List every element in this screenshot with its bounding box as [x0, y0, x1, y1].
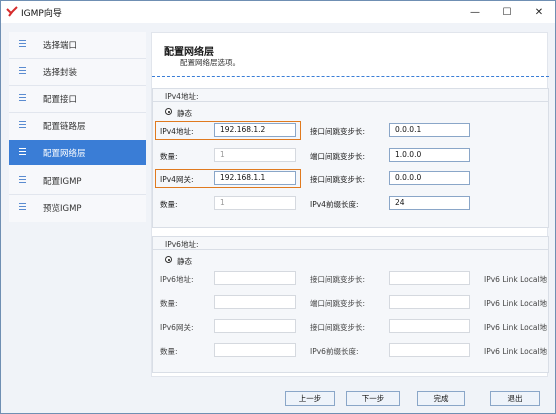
list-icon: [19, 121, 26, 129]
ipv6-gateway-field[interactable]: [214, 319, 296, 333]
ipv6-address-label: IPv6地址:: [160, 275, 194, 284]
minimize-icon: —: [470, 6, 480, 18]
ipv4-address-count-label: 数量:: [160, 152, 178, 161]
main-panel: 配置网络层 配置网络层选项。 IPv4地址: 静态 IPv4地址: 192.16…: [151, 32, 549, 377]
ipv6-gateway-step-field[interactable]: [389, 319, 470, 333]
ipv6-gateway-step-label: 接口间跳变步长:: [310, 323, 366, 332]
ipv4-prefix-label: IPv4前缀长度:: [310, 200, 359, 209]
ipv4-static-radio[interactable]: [165, 108, 172, 115]
ipv6-gateway-label: IPv6网关:: [160, 323, 194, 332]
ipv4-group-header: IPv4地址:: [153, 89, 548, 102]
ipv6-static-label: 静态: [177, 257, 192, 266]
next-button[interactable]: 下一步: [346, 391, 400, 406]
finish-button[interactable]: 完成: [417, 391, 465, 406]
list-icon: [19, 176, 26, 184]
window-title: IGMP向导: [21, 9, 62, 19]
ipv4-prefix-field[interactable]: 24: [389, 196, 470, 210]
ipv6-interface-step-label: 接口间跳变步长:: [310, 275, 366, 284]
igmp-wizard-window: IGMP向导 — ☐ ✕ 选择端口 选择封装 配置接口 配置链路层 配置网络层: [0, 0, 556, 414]
sidebar-item-label: 配置链路层: [43, 122, 86, 132]
ipv4-port-step-label: 端口间跳变步长:: [310, 152, 366, 161]
ipv6-address-count-field[interactable]: [214, 295, 296, 309]
list-icon: [19, 40, 26, 48]
sidebar-item-config-network-layer[interactable]: 配置网络层: [9, 140, 146, 165]
ipv6-prefix-label: IPv6前缀长度:: [310, 347, 359, 356]
list-icon: [19, 203, 26, 211]
ipv6-port-step-label: 端口间跳变步长:: [310, 299, 366, 308]
ipv4-address-field[interactable]: 192.168.1.2: [214, 123, 296, 137]
ipv4-address-count-field[interactable]: 1: [214, 148, 296, 162]
wizard-sidebar: 选择端口 选择封装 配置接口 配置链路层 配置网络层 配置IGMP 预览IGMP: [9, 32, 146, 222]
ipv4-interface-step-field[interactable]: 0.0.0.1: [389, 123, 470, 137]
ipv6-link-local-label: IPv6 Link Local地: [484, 323, 548, 332]
sidebar-item-config-igmp[interactable]: 配置IGMP: [9, 168, 146, 193]
title-bar: IGMP向导 — ☐ ✕: [1, 1, 555, 23]
ipv4-static-label: 静态: [177, 109, 192, 118]
page-subtitle: 配置网络层选项。: [180, 58, 240, 67]
header-divider: [152, 76, 549, 77]
prev-button[interactable]: 上一步: [285, 391, 335, 406]
ipv4-address-label: IPv4地址:: [160, 127, 194, 136]
ipv6-gateway-count-field[interactable]: [214, 343, 296, 357]
sidebar-item-config-link-layer[interactable]: 配置链路层: [9, 113, 146, 138]
sidebar-item-label: 预览IGMP: [43, 204, 82, 214]
app-icon: [6, 6, 18, 17]
ipv6-gateway-count-label: 数量:: [160, 347, 178, 356]
ipv6-prefix-field[interactable]: [389, 343, 470, 357]
sidebar-item-label: 选择封装: [43, 68, 78, 78]
ipv4-gateway-step-label: 接口间跳变步长:: [310, 175, 366, 184]
minimize-button[interactable]: —: [459, 1, 491, 23]
sidebar-item-select-encap[interactable]: 选择封装: [9, 59, 146, 84]
ipv4-gateway-field[interactable]: 192.168.1.1: [214, 171, 296, 185]
ipv6-address-count-label: 数量:: [160, 299, 178, 308]
sidebar-item-label: 配置网络层: [43, 149, 86, 159]
ipv4-gateway-count-label: 数量:: [160, 200, 178, 209]
ipv6-link-local-label: IPv6 Link Local地: [484, 347, 548, 356]
ipv6-group-label: IPv6地址:: [165, 240, 199, 249]
ipv4-group-label: IPv4地址:: [165, 92, 199, 101]
maximize-icon: ☐: [502, 6, 512, 18]
ipv4-gateway-count-field[interactable]: 1: [214, 196, 296, 210]
list-icon: [19, 67, 26, 75]
ipv6-interface-step-field[interactable]: [389, 271, 470, 285]
sidebar-item-label: 配置接口: [43, 95, 78, 105]
sidebar-item-config-interface[interactable]: 配置接口: [9, 86, 146, 111]
sidebar-item-label: 配置IGMP: [43, 177, 82, 187]
link-local-column: IPv6 Link Local地 IPv6 Link Local地 IPv6 L…: [483, 270, 548, 370]
close-button[interactable]: ✕: [523, 1, 555, 23]
ipv6-static-radio[interactable]: [165, 256, 172, 263]
list-icon: [19, 148, 26, 156]
ipv6-port-step-field[interactable]: [389, 295, 470, 309]
ipv4-group: IPv4地址: 静态 IPv4地址: 192.168.1.2 数量: 1 IPv…: [152, 88, 549, 228]
list-icon: [19, 94, 26, 102]
sidebar-item-select-port[interactable]: 选择端口: [9, 32, 146, 57]
ipv4-port-step-field[interactable]: 1.0.0.0: [389, 148, 470, 162]
ipv6-link-local-label: IPv6 Link Local地: [484, 299, 548, 308]
ipv6-link-local-label: IPv6 Link Local地: [484, 275, 548, 284]
ipv6-address-field[interactable]: [214, 271, 296, 285]
exit-button[interactable]: 退出: [490, 391, 540, 406]
ipv6-group-header: IPv6地址:: [153, 237, 548, 250]
close-icon: ✕: [534, 6, 544, 18]
ipv4-gateway-step-field[interactable]: 0.0.0.0: [389, 171, 470, 185]
sidebar-item-preview-igmp[interactable]: 预览IGMP: [9, 195, 146, 220]
page-title: 配置网络层: [164, 47, 214, 58]
ipv6-group: IPv6地址: 静态 IPv6地址: 数量: IPv6网关: 数量: 接口间跳变…: [152, 236, 549, 373]
ipv4-gateway-label: IPv4网关:: [160, 175, 194, 184]
maximize-button[interactable]: ☐: [491, 1, 523, 23]
ipv4-interface-step-label: 接口间跳变步长:: [310, 127, 366, 136]
sidebar-item-label: 选择端口: [43, 41, 78, 51]
